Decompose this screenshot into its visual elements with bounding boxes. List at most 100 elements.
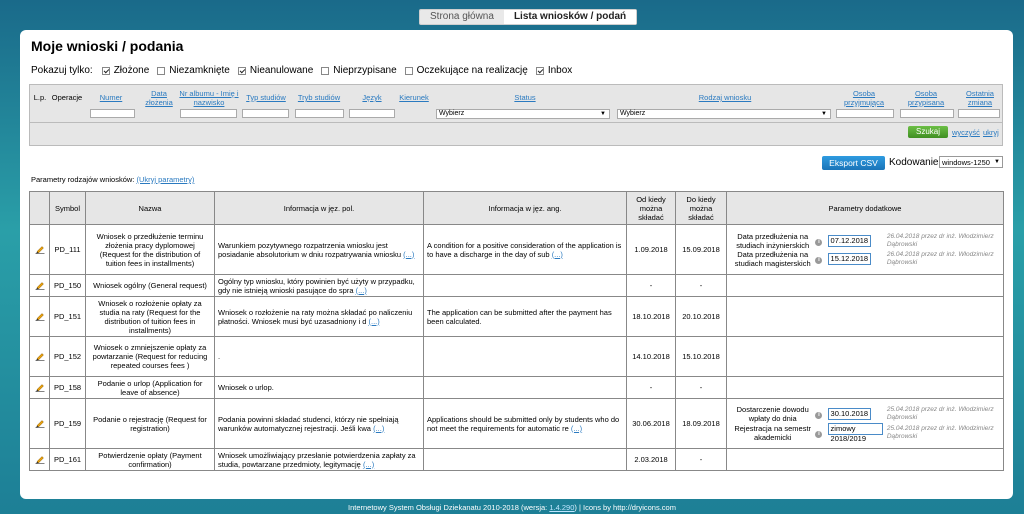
- edit-cell[interactable]: [29, 376, 50, 399]
- more-link[interactable]: (...): [403, 250, 414, 259]
- do-cell: 20.10.2018: [675, 296, 727, 337]
- col-nr-albumu[interactable]: Nr albumu - Imię i nazwisko: [178, 89, 240, 107]
- filter-osoba-przypisana-input[interactable]: [900, 109, 954, 118]
- filter-checkbox-nieprzypisane[interactable]: [321, 66, 330, 75]
- more-link[interactable]: (...): [571, 424, 582, 433]
- filter-checkbox-inbox[interactable]: [535, 66, 544, 75]
- filter-jezyk-input[interactable]: [349, 109, 395, 118]
- param-value[interactable]: 30.10.2018: [827, 407, 872, 420]
- more-link[interactable]: (...): [552, 250, 563, 259]
- version-link[interactable]: 1.4.290: [549, 503, 574, 512]
- nazwa-cell: Wniosek o rozłożenie opłaty za studia na…: [85, 296, 215, 337]
- col-ostatnia-zmiana[interactable]: Ostatnia zmiana: [960, 89, 1000, 107]
- footer-text: Internetowy System Obsługi Dziekanatu 20…: [348, 503, 548, 512]
- param-label: Data przedłużenia na studiach magistersk…: [734, 249, 811, 268]
- header-params: Parametry dodatkowe: [726, 191, 1004, 225]
- params-line: Parametry rodzajów wniosków: (Ukryj para…: [31, 175, 194, 184]
- filter-ostatnia-zmiana-input[interactable]: [958, 109, 1000, 118]
- info-icon[interactable]: i: [815, 238, 823, 246]
- pencil-icon[interactable]: [35, 244, 45, 254]
- filter-checkbox-oczekujace[interactable]: [404, 66, 413, 75]
- info-en-cell: [423, 274, 627, 297]
- col-data-zlozenia[interactable]: Data złożenia: [138, 89, 180, 107]
- search-button[interactable]: Szukaj: [908, 126, 948, 138]
- col-osoba-przypisana[interactable]: Osoba przypisana: [902, 89, 950, 107]
- param-value[interactable]: 15.12.2018: [827, 252, 872, 265]
- header-info-en: Informacja w jęz. ang.: [423, 191, 627, 225]
- params-cell: [726, 296, 1004, 337]
- params-cell: [726, 448, 1004, 471]
- filter-status-select[interactable]: Wybierz ▼: [436, 109, 610, 119]
- col-kierunek[interactable]: Kierunek: [396, 93, 432, 102]
- symbol-cell: PD_151: [49, 296, 86, 337]
- params-cell: Data przedłużenia na studiach inżyniersk…: [726, 224, 1004, 275]
- od-cell: 30.06.2018: [626, 398, 676, 449]
- pencil-icon[interactable]: [35, 418, 45, 428]
- filter-tryb-studiow-input[interactable]: [295, 109, 344, 118]
- info-pl-cell: Warunkiem pozytywnego rozpatrzenia wnios…: [214, 224, 424, 275]
- col-tryb-studiow[interactable]: Tryb studiów: [294, 93, 344, 102]
- edit-cell[interactable]: [29, 336, 50, 377]
- more-link[interactable]: (...): [373, 424, 384, 433]
- col-typ-studiow[interactable]: Typ studiów: [242, 93, 290, 102]
- pencil-icon[interactable]: [35, 382, 45, 392]
- info-pl-text: Wniosek o rozłożenie na raty można skład…: [218, 307, 413, 326]
- col-operacje: Operacje: [51, 93, 83, 102]
- info-pl-text: Ogólny typ wniosku, który powinien być u…: [218, 276, 415, 295]
- filter-typ-studiow-input[interactable]: [242, 109, 289, 118]
- pencil-icon[interactable]: [35, 311, 45, 321]
- filter-checkbox-niezamkniete[interactable]: [157, 66, 166, 75]
- table-row: PD_150 Wniosek ogólny (General request) Og…: [29, 274, 1004, 297]
- more-link[interactable]: (...): [356, 286, 367, 295]
- col-status[interactable]: Status: [500, 93, 550, 102]
- table-row: PD_158 Podanie o urlop (Application for l…: [29, 376, 1004, 399]
- main-panel: Moje wnioski / podania Pokazuj tylko: Zł…: [20, 30, 1013, 499]
- nazwa-cell: Wniosek ogólny (General request): [85, 274, 215, 297]
- chevron-down-icon: ▼: [821, 111, 827, 117]
- filter-rodzaj-select[interactable]: Wybierz ▼: [617, 109, 831, 119]
- info-pl-cell: Podania powinni składać studenci, którzy…: [214, 398, 424, 449]
- info-icon[interactable]: i: [815, 256, 823, 264]
- info-icon[interactable]: i: [815, 411, 823, 419]
- info-icon[interactable]: i: [815, 430, 823, 438]
- edit-cell[interactable]: [29, 274, 50, 297]
- edit-cell[interactable]: [29, 448, 50, 471]
- table-row: PD_111 Wniosek o przedłużenie terminu zło…: [29, 224, 1004, 275]
- table-row: PD_151 Wniosek o rozłożenie opłaty za stu…: [29, 296, 1004, 337]
- pencil-icon[interactable]: [35, 351, 45, 361]
- col-jezyk[interactable]: Język: [350, 93, 394, 102]
- edit-cell[interactable]: [29, 398, 50, 449]
- info-pl-text: .: [218, 352, 221, 361]
- filter-osoba-przyjmujaca-input[interactable]: [836, 109, 894, 118]
- grid-divider: [30, 122, 1002, 123]
- pencil-icon[interactable]: [35, 454, 45, 464]
- col-lp: L.p.: [33, 93, 47, 102]
- export-csv-button[interactable]: Eksport CSV: [822, 156, 885, 170]
- col-osoba-przyjmujaca[interactable]: Osoba przyjmująca: [836, 89, 892, 107]
- param-label: Data przedłużenia na studiach inżyniersk…: [736, 231, 810, 250]
- col-rodzaj[interactable]: Rodzaj wniosku: [690, 93, 760, 102]
- encoding-select[interactable]: windows-1250 ▼: [939, 156, 1003, 168]
- footer-rest: ) | Icons by http://dryicons.com: [574, 503, 676, 512]
- clear-link[interactable]: wyczyść: [952, 128, 980, 137]
- edit-cell[interactable]: [29, 224, 50, 275]
- col-numer[interactable]: Numer: [90, 93, 132, 102]
- param-line: Data przedłużenia na studiach inżyniersk…: [730, 232, 1000, 250]
- hide-link[interactable]: ukryj: [983, 128, 999, 137]
- filter-nr-albumu-input[interactable]: [180, 109, 237, 118]
- hide-params-link[interactable]: (Ukryj parametry): [136, 175, 194, 184]
- param-value[interactable]: zimowy 2018/2019: [827, 422, 883, 443]
- do-cell: 15.10.2018: [675, 336, 727, 377]
- breadcrumb-home[interactable]: Strona główna: [420, 10, 504, 24]
- filter-checkbox-nieanulowane[interactable]: [237, 66, 246, 75]
- pencil-icon[interactable]: [35, 280, 45, 290]
- filter-checkbox-zlozone[interactable]: [101, 66, 110, 75]
- filter-label-zlozone: Złożone: [113, 65, 150, 76]
- param-value[interactable]: 07.12.2018: [827, 234, 872, 247]
- more-link[interactable]: (...): [369, 317, 380, 326]
- info-pl-cell: Wniosek umożliwiający przesłanie potwier…: [214, 448, 424, 471]
- filter-numer-input[interactable]: [90, 109, 135, 118]
- param-line: Dostarczenie dowodu wpłaty do dnia i 30.10…: [730, 405, 1000, 423]
- more-link[interactable]: (...): [363, 460, 374, 469]
- edit-cell[interactable]: [29, 296, 50, 337]
